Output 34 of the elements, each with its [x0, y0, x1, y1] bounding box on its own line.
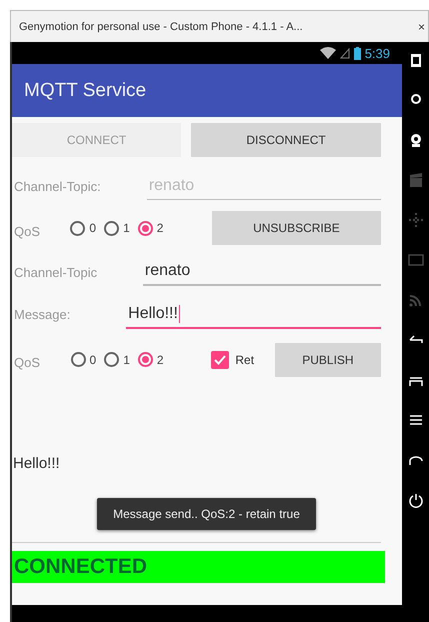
qos-radio-option[interactable]: 0	[70, 352, 96, 367]
field-label: QoS	[14, 224, 42, 238]
wifi-icon	[320, 47, 336, 59]
field-label: Message:	[14, 307, 72, 322]
field-label: Channel-Topic:	[14, 178, 102, 194]
app-title: MQTT Service	[24, 80, 146, 102]
qos-radio-option[interactable]: 2	[138, 352, 164, 367]
radio-icon[interactable]	[138, 352, 153, 367]
topic-input[interactable]: renato	[142, 258, 381, 286]
field-label: QoS	[14, 355, 42, 370]
signal-icon	[340, 48, 350, 58]
checkbox-icon[interactable]	[211, 350, 230, 368]
retain-checkbox[interactable]: Ret	[211, 350, 275, 368]
disconnect-button[interactable]: DISCONNECT	[191, 123, 381, 157]
radio-icon[interactable]	[70, 220, 86, 236]
power-icon[interactable]	[408, 492, 424, 508]
radio-icon[interactable]	[138, 220, 153, 236]
radio-icon[interactable]	[104, 352, 120, 367]
field-label: Channel-Topic	[14, 264, 98, 280]
qos-radio-option[interactable]: 1	[104, 220, 130, 236]
qos-radio-option[interactable]: 2	[138, 220, 164, 236]
toast-message: Message send.. QoS:2 - retain true	[97, 498, 316, 530]
qos-radio-option[interactable]: 1	[104, 352, 130, 367]
unsubscribe-button[interactable]: UNSUBSCRIBE	[212, 211, 381, 245]
qos-radio-option[interactable]: 0	[70, 220, 96, 236]
message-input[interactable]: Hello!!!	[126, 300, 381, 328]
received-message: Hello!!!	[13, 455, 61, 472]
status-time: 5:39	[364, 46, 390, 60]
connection-status: CONNECTED	[12, 551, 385, 583]
radio-icon[interactable]	[70, 352, 86, 367]
publish-button[interactable]: PUBLISH	[274, 342, 381, 376]
window-title: Genymotion for personal use - Custom Phone - 4.1.1 - A...	[19, 20, 303, 32]
close-button[interactable]: ×	[418, 20, 428, 34]
radio-icon[interactable]	[104, 220, 120, 236]
